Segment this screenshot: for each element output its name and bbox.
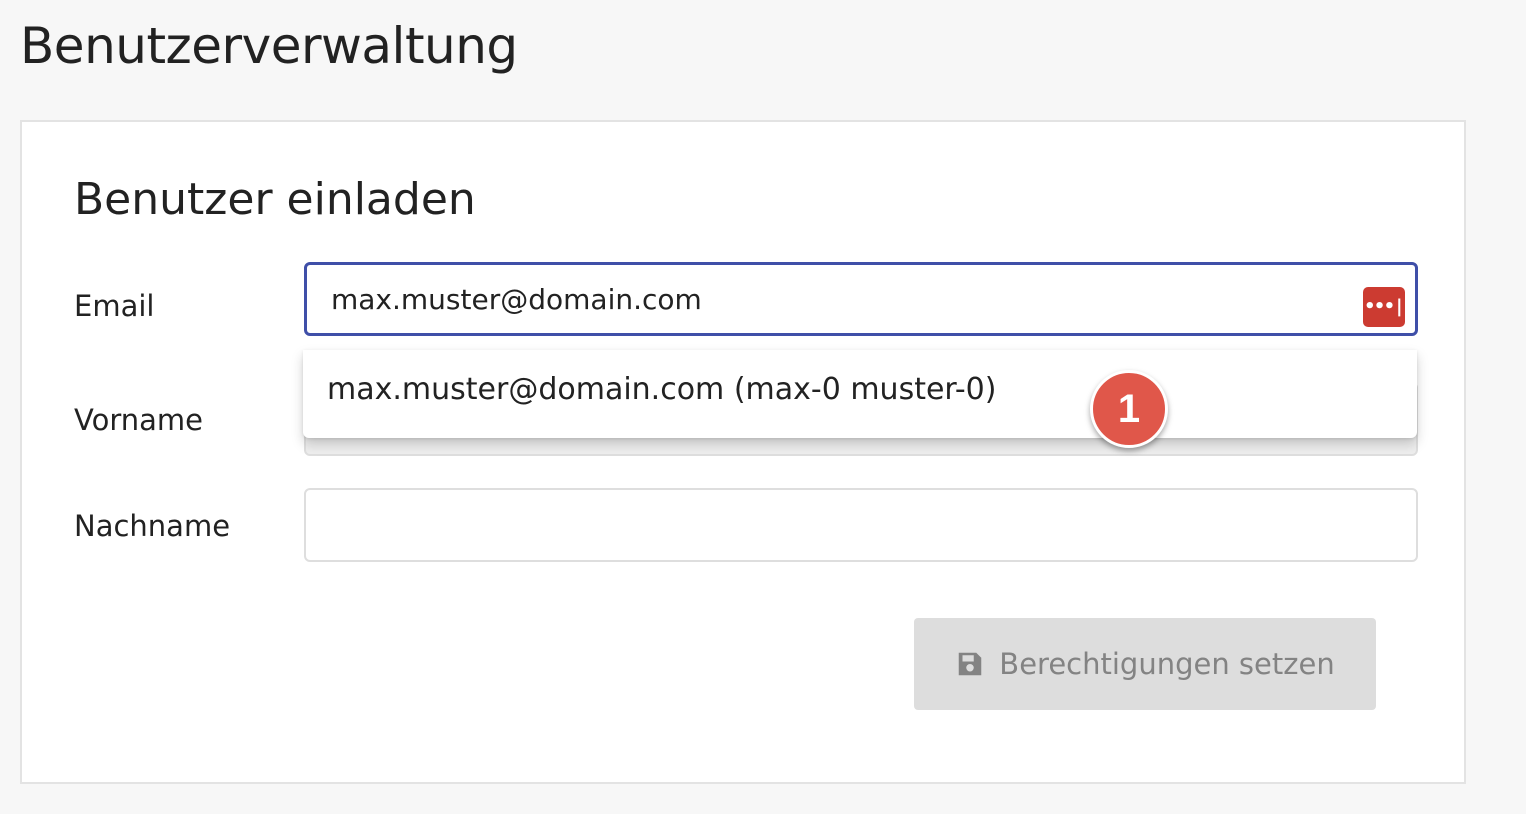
- email-label: Email: [74, 289, 155, 323]
- autocomplete-option[interactable]: max.muster@domain.com (max-0 muster-0): [327, 370, 996, 410]
- set-permissions-button[interactable]: Berechtigungen setzen: [914, 618, 1376, 710]
- card-title: Benutzer einladen: [74, 174, 476, 225]
- page-title: Benutzerverwaltung: [20, 17, 518, 75]
- step-badge: 1: [1090, 370, 1168, 448]
- nachname-label: Nachname: [74, 509, 231, 543]
- invite-user-card: Benutzer einladen Email •••| max.muster@…: [20, 120, 1466, 784]
- password-manager-icon[interactable]: •••|: [1363, 287, 1405, 327]
- vorname-label: Vorname: [74, 403, 203, 437]
- email-autocomplete-dropdown: max.muster@domain.com (max-0 muster-0): [303, 350, 1417, 438]
- email-field[interactable]: [304, 262, 1418, 336]
- set-permissions-label: Berechtigungen setzen: [999, 647, 1335, 681]
- nachname-field[interactable]: [304, 488, 1418, 562]
- floppy-disk-icon: [959, 652, 982, 676]
